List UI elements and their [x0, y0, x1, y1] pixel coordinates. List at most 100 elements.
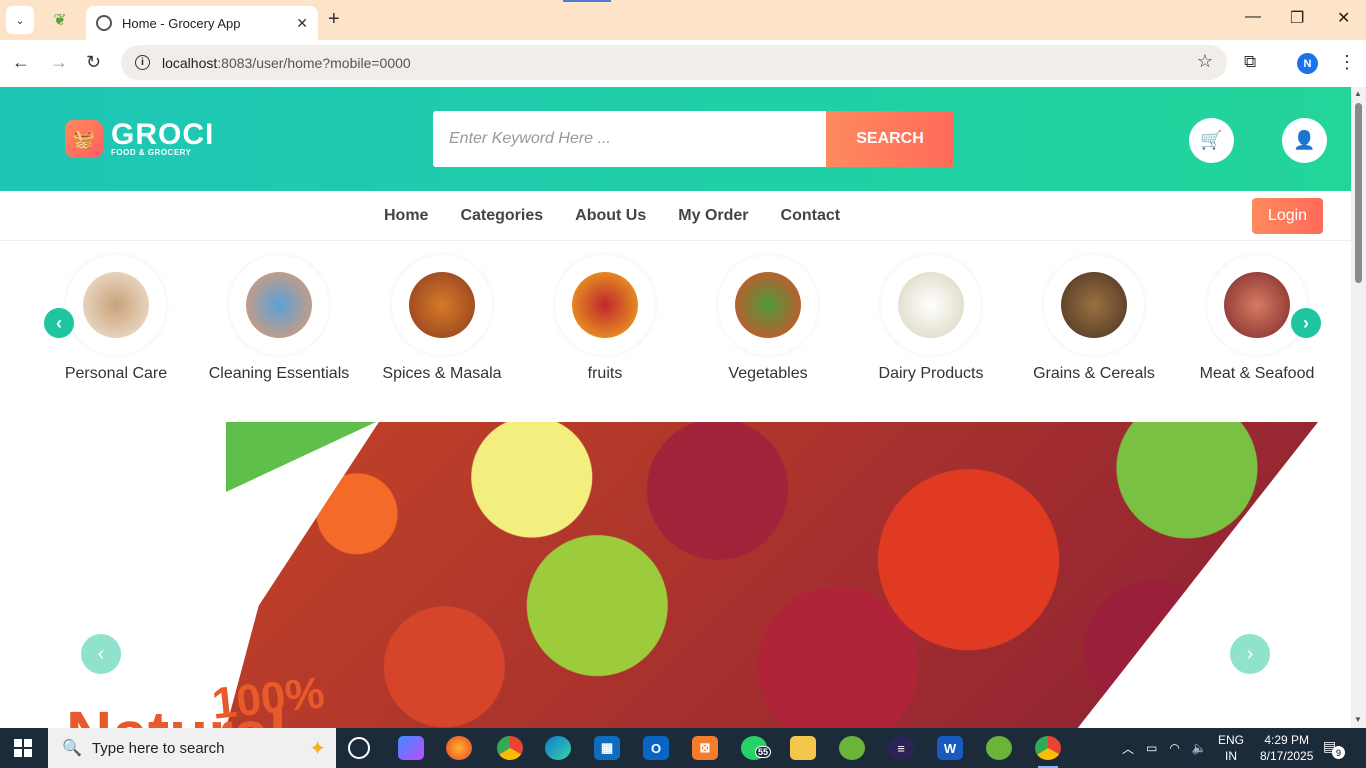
- edge-icon[interactable]: [545, 736, 571, 760]
- bookmark-star-icon[interactable]: ☆: [1197, 51, 1213, 72]
- url-input[interactable]: i localhost:8083/user/home?mobile=0000 ☆: [121, 45, 1227, 80]
- category-vegetables[interactable]: Vegetables: [693, 255, 843, 383]
- reload-icon[interactable]: ↻: [86, 52, 101, 73]
- category-label: Cleaning Essentials: [208, 365, 350, 382]
- lang-primary: ENG: [1218, 733, 1245, 747]
- category-label: Meat & Seafood: [1199, 365, 1315, 382]
- category-fruits[interactable]: fruits: [530, 255, 680, 383]
- vegetables-image: [735, 272, 801, 338]
- category-next-arrow-icon[interactable]: ›: [1291, 308, 1321, 338]
- windows-start-icon[interactable]: [14, 739, 32, 757]
- tab-title: Home - Grocery App: [122, 15, 241, 31]
- word-icon[interactable]: W: [937, 736, 963, 760]
- copilot-app-icon[interactable]: [398, 736, 424, 760]
- url-path: :8083/user/home?mobile=0000: [217, 54, 411, 71]
- tab-search-chevron-icon[interactable]: ⌄: [6, 6, 34, 34]
- fruits-image: [572, 272, 638, 338]
- brand-name: GROCI: [111, 117, 215, 151]
- category-prev-arrow-icon[interactable]: ‹: [44, 308, 74, 338]
- banner-prev-arrow-icon[interactable]: ‹: [81, 634, 121, 674]
- search-bar: SEARCH: [433, 111, 954, 167]
- forward-arrow-icon[interactable]: →: [50, 52, 68, 73]
- taskbar-search-box[interactable]: 🔍 Type here to search ✦: [48, 728, 336, 768]
- scrollbar-thumb[interactable]: [1355, 103, 1362, 283]
- close-window-icon[interactable]: ✕: [1337, 8, 1350, 28]
- browser-menu-icon[interactable]: ⋮: [1338, 52, 1356, 73]
- taskbar-clock[interactable]: 4:29 PM 8/17/2025: [1260, 732, 1313, 764]
- page-scrollbar[interactable]: ▲ ▼: [1351, 87, 1366, 728]
- taskbar-search-placeholder: Type here to search: [91, 739, 225, 757]
- copilot-sparkle-icon: ✦: [309, 738, 326, 760]
- maximize-icon[interactable]: ❐: [1290, 8, 1304, 28]
- whatsapp-icon[interactable]: 55: [741, 736, 772, 760]
- personal-care-image: [83, 272, 149, 338]
- search-button[interactable]: SEARCH: [826, 111, 954, 167]
- search-input[interactable]: [433, 111, 826, 167]
- banner-headline: Natural: [66, 697, 287, 728]
- notification-center-icon[interactable]: ▤ 9: [1323, 738, 1345, 759]
- wifi-icon[interactable]: ◠: [1169, 741, 1179, 755]
- category-label: Vegetables: [728, 365, 808, 382]
- tab-home-grocery[interactable]: Home - Grocery App ✕: [86, 6, 318, 40]
- new-tab-button[interactable]: +: [328, 8, 340, 31]
- scroll-up-icon[interactable]: ▲: [1354, 89, 1362, 98]
- category-label: fruits: [587, 365, 623, 382]
- category-label: Spices & Masala: [382, 365, 502, 382]
- chrome-active-icon[interactable]: [1035, 736, 1061, 768]
- category-label: Grains & Cereals: [1033, 365, 1155, 382]
- language-indicator[interactable]: ENG IN: [1218, 732, 1244, 764]
- extensions-puzzle-icon[interactable]: ⧉: [1244, 52, 1256, 72]
- category-spices-masala[interactable]: Spices & Masala: [367, 255, 517, 383]
- xampp-icon[interactable]: ⊠: [692, 736, 718, 760]
- login-button[interactable]: Login: [1252, 198, 1323, 234]
- banner-next-arrow-icon[interactable]: ›: [1230, 634, 1270, 674]
- globe-icon: [96, 15, 112, 31]
- url-host: localhost: [162, 54, 218, 71]
- browser-tab-strip: ⌄ ❦ Home - Grocery App ✕ + — ❐ ✕: [0, 0, 1366, 40]
- spring-tool-icon[interactable]: [839, 736, 865, 760]
- cart-icon[interactable]: 🛒: [1189, 118, 1234, 163]
- firefox-icon[interactable]: [446, 736, 472, 760]
- brand-logo[interactable]: 🧺 GROCI FOOD & GROCERY: [65, 117, 215, 158]
- category-cleaning-essentials[interactable]: Cleaning Essentials: [204, 255, 354, 383]
- search-icon: 🔍: [62, 740, 82, 757]
- eclipse-icon[interactable]: ≡: [888, 736, 914, 760]
- site-header: 🧺 GROCI FOOD & GROCERY SEARCH 🛒 👤: [0, 87, 1351, 191]
- site-info-icon[interactable]: i: [135, 55, 150, 70]
- nav-contact[interactable]: Contact: [781, 207, 841, 225]
- grains-cereals-image: [1061, 272, 1127, 338]
- minimize-icon[interactable]: —: [1245, 8, 1261, 26]
- category-dairy-products[interactable]: Dairy Products: [856, 255, 1006, 383]
- chrome-profile-icon[interactable]: [497, 736, 523, 760]
- spices-masala-image: [409, 272, 475, 338]
- nav-about-us[interactable]: About Us: [575, 207, 646, 225]
- battery-icon[interactable]: ▭: [1146, 741, 1157, 755]
- windows-taskbar: 🔍 Type here to search ✦ ▦ O ⊠ 55 ≡ W ︿ ▭…: [0, 728, 1366, 768]
- volume-muted-icon[interactable]: 🔈: [1192, 741, 1207, 755]
- hero-banner: 100% Natural: [66, 422, 1318, 728]
- lang-secondary: IN: [1225, 749, 1237, 763]
- spring-boot-icon[interactable]: [986, 736, 1012, 760]
- back-arrow-icon[interactable]: ←: [12, 52, 30, 73]
- category-label: Personal Care: [64, 365, 168, 382]
- nav-my-order[interactable]: My Order: [678, 207, 748, 225]
- task-view-icon[interactable]: [348, 737, 370, 759]
- scroll-down-icon[interactable]: ▼: [1354, 715, 1362, 724]
- nav-categories[interactable]: Categories: [460, 207, 543, 225]
- user-account-icon[interactable]: 👤: [1282, 118, 1327, 163]
- basket-icon: 🧺: [65, 120, 103, 158]
- category-grains-cereals[interactable]: Grains & Cereals: [1019, 255, 1169, 383]
- dairy-products-image: [898, 272, 964, 338]
- cleaning-essentials-image: [246, 272, 312, 338]
- store-icon[interactable]: ▦: [594, 736, 620, 760]
- whatsapp-badge: 55: [755, 746, 772, 758]
- meat-seafood-image: [1224, 272, 1290, 338]
- file-explorer-icon[interactable]: [790, 736, 816, 760]
- tray-chevron-icon[interactable]: ︿: [1122, 740, 1134, 757]
- nav-home[interactable]: Home: [384, 207, 428, 225]
- category-carousel: Personal Care Cleaning Essentials Spices…: [34, 255, 1334, 415]
- profile-avatar[interactable]: N: [1297, 53, 1318, 74]
- outlook-icon[interactable]: O: [643, 736, 669, 760]
- close-tab-icon[interactable]: ✕: [296, 15, 308, 32]
- pinned-tab-leaf-icon[interactable]: ❦: [50, 10, 70, 30]
